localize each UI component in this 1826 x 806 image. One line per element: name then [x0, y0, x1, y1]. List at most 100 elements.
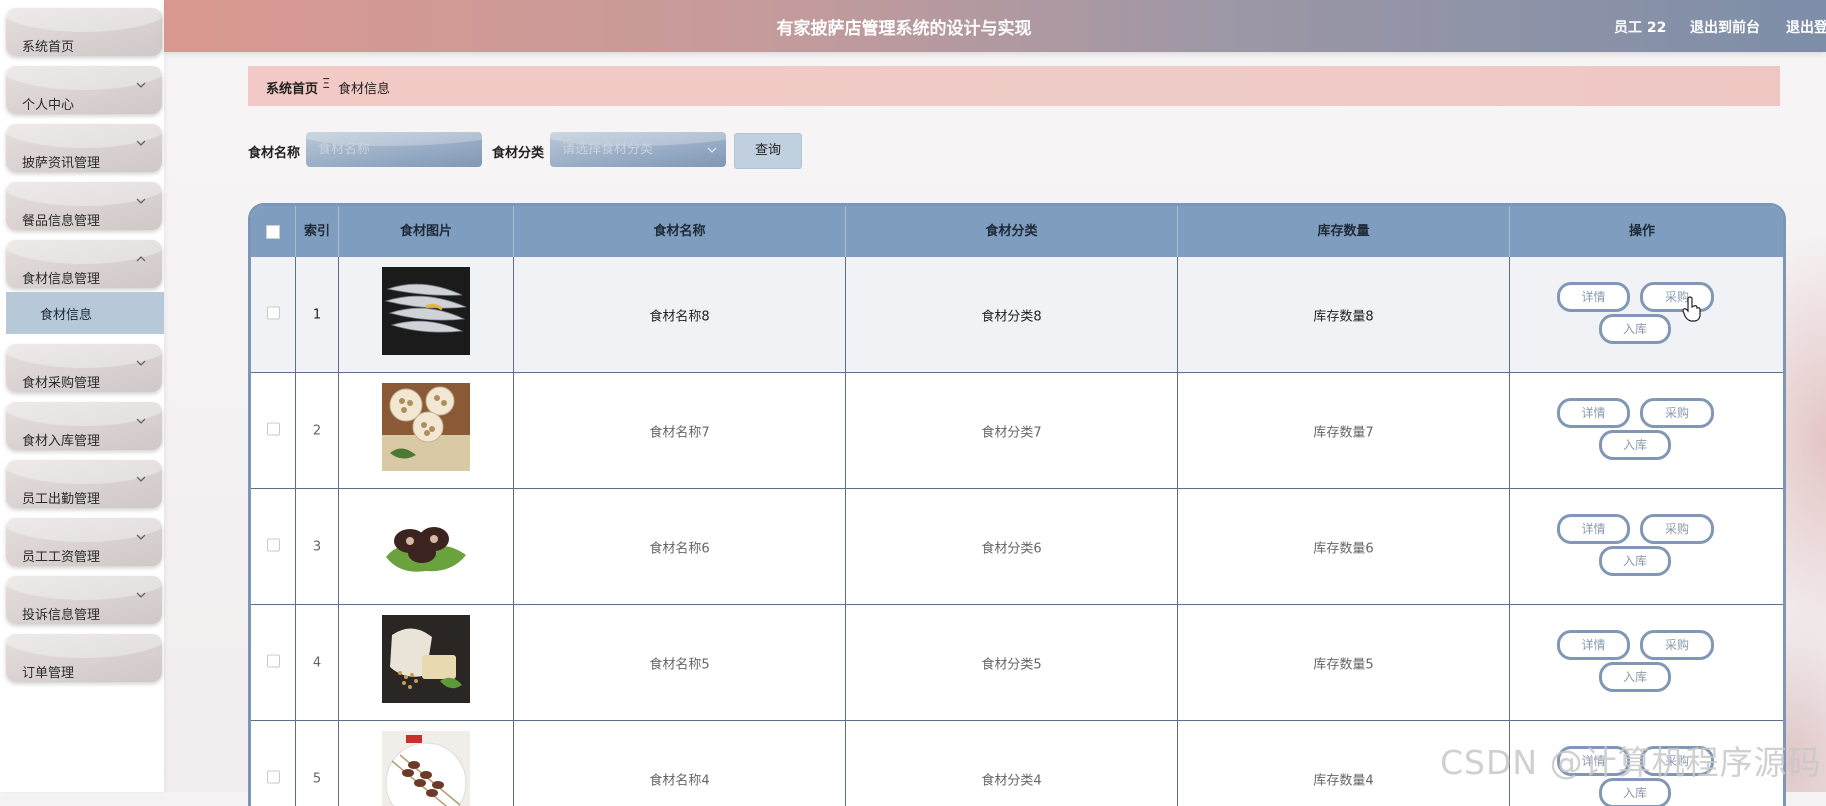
chevron-down-icon	[134, 472, 148, 486]
sidebar-item-label: 订单管理	[22, 666, 75, 681]
index-cell: 5	[296, 721, 339, 806]
row-checkbox[interactable]	[266, 306, 280, 319]
chevron-down-icon	[134, 78, 148, 92]
name-cell: 食材名称8	[514, 257, 846, 372]
sidebar-item-pizza-news[interactable]: 披萨资讯管理	[6, 124, 162, 172]
sidebar-item-label: 个人中心	[22, 98, 75, 113]
ingredient-stock: 库存数量7	[1313, 425, 1374, 440]
detail-button[interactable]: 详情	[1557, 630, 1630, 660]
ingredient-name: 食材名称8	[649, 309, 710, 324]
ingredient-category: 食材分类5	[981, 657, 1042, 672]
actions-cell: 详情 采购 入库	[1510, 605, 1774, 720]
chevron-down-icon	[134, 588, 148, 602]
sidebar-item-label: 食材入库管理	[22, 434, 101, 449]
row-select-cell	[251, 489, 296, 604]
fish-image[interactable]	[382, 267, 470, 355]
breadcrumb: 系统首页 Ξ 食材信息	[248, 66, 1780, 106]
sidebar-item-meal-info[interactable]: 餐品信息管理	[6, 182, 162, 230]
sidebar-subitem-ingredient-info[interactable]: 食材信息	[6, 292, 164, 334]
row-checkbox[interactable]	[266, 538, 280, 551]
chevron-down-icon	[134, 530, 148, 544]
detail-button[interactable]: 详情	[1557, 282, 1630, 312]
index-cell: 1	[296, 257, 339, 372]
ingredient-stock: 库存数量8	[1313, 309, 1374, 324]
detail-button[interactable]: 详情	[1557, 514, 1630, 544]
stock-in-button[interactable]: 入库	[1599, 314, 1671, 344]
breadcrumb-home[interactable]: 系统首页	[266, 78, 318, 97]
grains-image[interactable]	[382, 615, 470, 703]
column-header-index: 索引	[296, 206, 339, 257]
name-cell: 食材名称6	[514, 489, 846, 604]
category-cell: 食材分类7	[846, 373, 1178, 488]
sidebar-item-orders[interactable]: 订单管理	[6, 634, 162, 682]
sidebar-item-salary[interactable]: 员工工资管理	[6, 518, 162, 566]
sidebar-item-ingredient-stock-in[interactable]: 食材入库管理	[6, 402, 162, 450]
ingredient-category-select[interactable]	[550, 132, 726, 167]
table-header: 索引 食材图片 食材名称 食材分类 库存数量 操作	[251, 206, 1783, 257]
sidebar-item-personal-center[interactable]: 个人中心	[6, 66, 162, 114]
top-header: 有家披萨店管理系统的设计与实现 员工 22 退出到前台 退出登录	[164, 0, 1826, 52]
ingredient-category: 食材分类6	[981, 541, 1042, 556]
stock-in-button[interactable]: 入库	[1599, 662, 1671, 692]
sidebar: 系统首页 个人中心 披萨资讯管理 餐品信息管理 食材信息管理 食材信息 食材采购…	[0, 0, 164, 792]
stock-cell: 库存数量5	[1178, 605, 1510, 720]
chevron-down-icon	[134, 194, 148, 208]
lotus-root-image[interactable]	[382, 383, 470, 471]
stock-in-button[interactable]: 入库	[1599, 546, 1671, 576]
purchase-button[interactable]: 采购	[1640, 282, 1714, 312]
logout-link[interactable]: 退出登录	[1786, 17, 1826, 37]
chevron-down-icon	[134, 136, 148, 150]
sidebar-item-ingredient-info[interactable]: 食材信息管理	[6, 240, 162, 288]
sidebar-item-label: 员工工资管理	[22, 550, 101, 565]
select-all-checkbox[interactable]	[266, 224, 280, 239]
column-header-image: 食材图片	[339, 206, 514, 257]
chevron-up-icon	[134, 252, 148, 266]
sidebar-item-label: 食材信息管理	[22, 272, 101, 287]
table-row: 1 食材名称8 食材分类8 库存数量8 详情 采购 入库	[251, 257, 1783, 373]
row-checkbox[interactable]	[266, 422, 280, 435]
table-row: 4 食材名称5 食材分类5 库存数量5 详情 采购 入库	[251, 605, 1783, 721]
purchase-button[interactable]: 采购	[1640, 630, 1714, 660]
stock-cell: 库存数量7	[1178, 373, 1510, 488]
ingredient-name-input[interactable]	[306, 132, 482, 167]
row-index: 3	[312, 539, 322, 554]
row-index: 1	[312, 307, 322, 322]
sidebar-item-label: 食材采购管理	[22, 376, 101, 391]
name-cell: 食材名称5	[514, 605, 846, 720]
sidebar-item-complaints[interactable]: 投诉信息管理	[6, 576, 162, 624]
ingredient-category: 食材分类8	[981, 309, 1042, 324]
image-cell	[339, 605, 514, 720]
select-all-cell	[251, 206, 296, 257]
sidebar-item-attendance[interactable]: 员工出勤管理	[6, 460, 162, 508]
sidebar-item-home[interactable]: 系统首页	[6, 8, 162, 56]
breadcrumb-current: 食材信息	[338, 82, 391, 97]
current-user: 员工 22	[1614, 20, 1667, 36]
sidebar-item-ingredient-purchase[interactable]: 食材采购管理	[6, 344, 162, 392]
skewers-image[interactable]	[382, 731, 470, 806]
row-index: 4	[312, 655, 322, 670]
actions-cell: 详情 采购 入库	[1510, 257, 1774, 372]
stock-in-button[interactable]: 入库	[1599, 430, 1671, 460]
ingredient-name: 食材名称4	[649, 773, 710, 788]
row-checkbox[interactable]	[266, 654, 280, 667]
row-checkbox[interactable]	[266, 770, 280, 783]
table-row: 3 食材名称6 食材分类6 库存数量6 详情 采购 入库	[251, 489, 1783, 605]
ingredient-category: 食材分类7	[981, 425, 1042, 440]
sidebar-item-label: 系统首页	[22, 40, 75, 55]
stock-cell: 库存数量8	[1178, 257, 1510, 372]
column-header-category: 食材分类	[846, 206, 1178, 257]
detail-button[interactable]: 详情	[1557, 398, 1630, 428]
purchase-button[interactable]: 采购	[1640, 398, 1714, 428]
row-index: 2	[312, 423, 322, 438]
exit-to-front-link[interactable]: 退出到前台	[1690, 17, 1760, 37]
purchase-button[interactable]: 采购	[1640, 514, 1714, 544]
index-cell: 2	[296, 373, 339, 488]
row-select-cell	[251, 721, 296, 806]
ingredient-stock: 库存数量6	[1313, 541, 1374, 556]
ingredient-name: 食材名称7	[649, 425, 710, 440]
chevron-down-icon	[706, 144, 718, 160]
column-header-name: 食材名称	[514, 206, 846, 257]
ingredient-category-input[interactable]	[550, 132, 726, 167]
shiitake-image[interactable]	[382, 499, 470, 587]
query-button[interactable]: 查询	[734, 133, 802, 169]
